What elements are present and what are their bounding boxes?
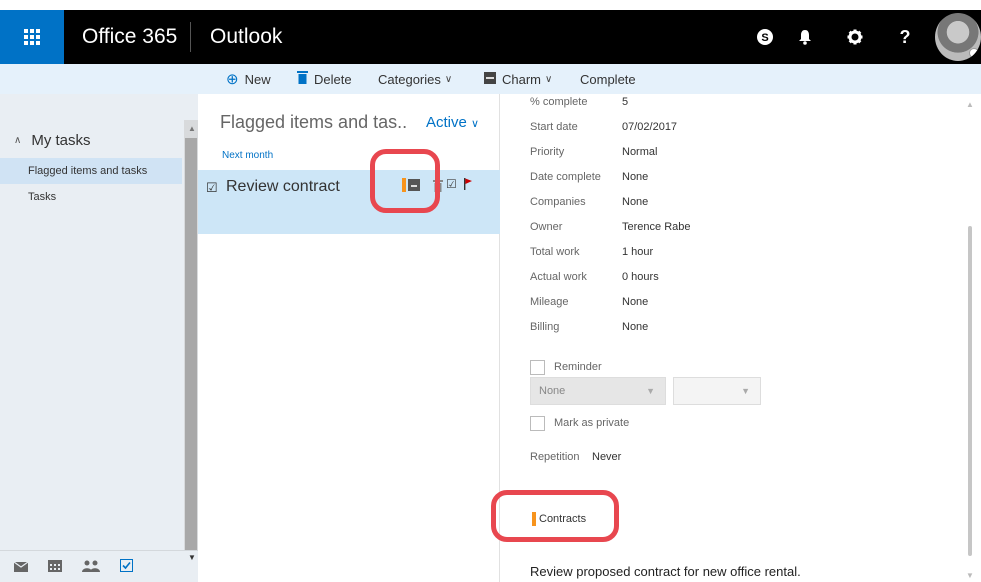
scroll-up-arrow-icon[interactable]: ▲: [188, 124, 196, 133]
tasks-icon[interactable]: [120, 558, 133, 575]
field-label: Total work: [530, 246, 580, 258]
folder-pane: ∧ My tasks Flagged items and tasks Tasks…: [0, 94, 198, 582]
list-title: Flagged items and tas..: [220, 112, 408, 132]
collapse-caret-icon: ∧: [14, 135, 22, 146]
delete-button-label: Delete: [314, 71, 352, 87]
reminder-value: None: [539, 385, 566, 397]
gear-icon: [847, 29, 863, 45]
field-label: Companies: [530, 196, 586, 208]
reminder-checkbox[interactable]: [530, 360, 545, 375]
scroll-down-arrow-icon[interactable]: ▼: [966, 571, 974, 580]
dropdown-arrow-icon: ▼: [646, 386, 655, 396]
field-label: Mileage: [530, 296, 569, 308]
filter-label: Active: [426, 114, 467, 131]
field-value[interactable]: 5: [622, 96, 628, 108]
bell-icon: [799, 30, 811, 45]
chevron-down-icon: ∨: [444, 73, 453, 85]
reminder-time-dropdown[interactable]: ▼: [673, 377, 761, 405]
private-checkbox[interactable]: [530, 416, 545, 431]
field-value[interactable]: Terence Rabe: [622, 221, 691, 233]
reminder-date-dropdown[interactable]: None ▼: [530, 377, 666, 405]
my-tasks-header[interactable]: ∧ My tasks: [14, 132, 91, 149]
field-label: Billing: [530, 321, 560, 333]
folder-tasks[interactable]: Tasks: [0, 184, 182, 210]
task-checkbox-icon[interactable]: ☑: [206, 180, 218, 196]
field-value[interactable]: 0 hours: [622, 271, 659, 283]
skype-button[interactable]: S: [746, 10, 784, 64]
field-label: Actual work: [530, 271, 587, 283]
settings-button[interactable]: [836, 10, 874, 64]
charm-button[interactable]: Charm ∨: [484, 64, 552, 94]
suite-brand[interactable]: Office 365: [82, 10, 177, 64]
repetition-label: Repetition: [530, 451, 580, 463]
field-value[interactable]: None: [622, 171, 648, 183]
field-value[interactable]: None: [622, 196, 648, 208]
task-list-pane: Flagged items and tas.. Active ∨ Next mo…: [198, 94, 500, 582]
trash-icon: [297, 70, 308, 88]
new-button[interactable]: ⊕ New: [226, 64, 271, 94]
private-label: Mark as private: [554, 417, 630, 429]
field-value[interactable]: Normal: [622, 146, 657, 158]
field-value[interactable]: 1 hour: [622, 246, 653, 258]
chevron-down-icon: ∨: [545, 73, 553, 85]
top-bar: Office 365 Outlook S ?: [0, 0, 981, 64]
scrollbar-thumb[interactable]: [968, 226, 972, 556]
folder-pane-scrollbar[interactable]: ▲ ▼: [184, 120, 198, 562]
folder-label: Flagged items and tasks: [28, 165, 148, 177]
repetition-value[interactable]: Never: [592, 451, 621, 463]
header-divider: [190, 22, 191, 52]
notifications-button[interactable]: [786, 10, 824, 64]
details-scrollbar[interactable]: ▲ ▼: [966, 98, 978, 582]
folder-flagged-items[interactable]: Flagged items and tasks: [0, 158, 182, 184]
dropdown-arrow-icon: ▼: [741, 386, 750, 396]
task-row[interactable]: ☑ Review contract ☑: [198, 170, 500, 234]
field-label: Start date: [530, 121, 578, 133]
field-value[interactable]: None: [622, 296, 648, 308]
task-subject: Review contract: [226, 178, 340, 195]
categories-button[interactable]: Categories ∨: [378, 64, 452, 94]
complete-button[interactable]: Complete: [580, 64, 636, 94]
my-tasks-label: My tasks: [31, 132, 91, 149]
command-bar: ⊕ New Delete Categories ∨ Charm ∨ Comple…: [0, 64, 981, 94]
plus-circle-icon: ⊕: [226, 71, 239, 88]
presence-status-icon: [969, 48, 979, 58]
scroll-up-arrow-icon[interactable]: ▲: [966, 100, 974, 109]
app-launcher-button[interactable]: [0, 10, 64, 64]
field-value[interactable]: 07/02/2017: [622, 121, 677, 133]
scrollbar-thumb[interactable]: [185, 138, 197, 550]
field-label: Date complete: [530, 171, 601, 183]
task-details-pane: % complete 5 Start date 07/02/2017 Prior…: [491, 94, 981, 582]
field-label: Priority: [530, 146, 565, 158]
chevron-down-icon: ∨: [471, 118, 480, 130]
field-label: % complete: [530, 96, 588, 108]
people-icon[interactable]: [82, 559, 100, 575]
highlight-callout: [370, 149, 440, 213]
field-value[interactable]: None: [622, 321, 648, 333]
charm-button-label: Charm: [502, 71, 542, 87]
task-body[interactable]: Review proposed contract for new office …: [530, 564, 801, 579]
group-header: Next month: [222, 150, 274, 161]
help-icon: ?: [899, 26, 911, 47]
categories-button-label: Categories: [378, 71, 441, 87]
calendar-icon[interactable]: [48, 559, 62, 575]
new-button-label: New: [244, 71, 271, 87]
complete-button-label: Complete: [580, 71, 636, 87]
app-title[interactable]: Outlook: [210, 10, 282, 64]
flag-icon[interactable]: [464, 178, 472, 193]
svg-text:S: S: [761, 32, 768, 44]
avatar[interactable]: [935, 13, 981, 61]
module-switcher: [0, 550, 198, 582]
folder-label: Tasks: [28, 191, 57, 203]
mark-complete-icon[interactable]: ☑: [446, 177, 457, 191]
charm-icon: [484, 71, 496, 88]
mail-icon[interactable]: [13, 559, 29, 575]
skype-icon: S: [757, 29, 773, 45]
highlight-callout: [491, 490, 619, 542]
help-button[interactable]: ?: [886, 10, 924, 64]
filter-dropdown[interactable]: Active ∨: [426, 114, 479, 131]
reminder-label: Reminder: [554, 361, 602, 373]
delete-button[interactable]: Delete: [297, 64, 352, 94]
field-label: Owner: [530, 221, 563, 233]
waffle-icon: [24, 29, 40, 45]
